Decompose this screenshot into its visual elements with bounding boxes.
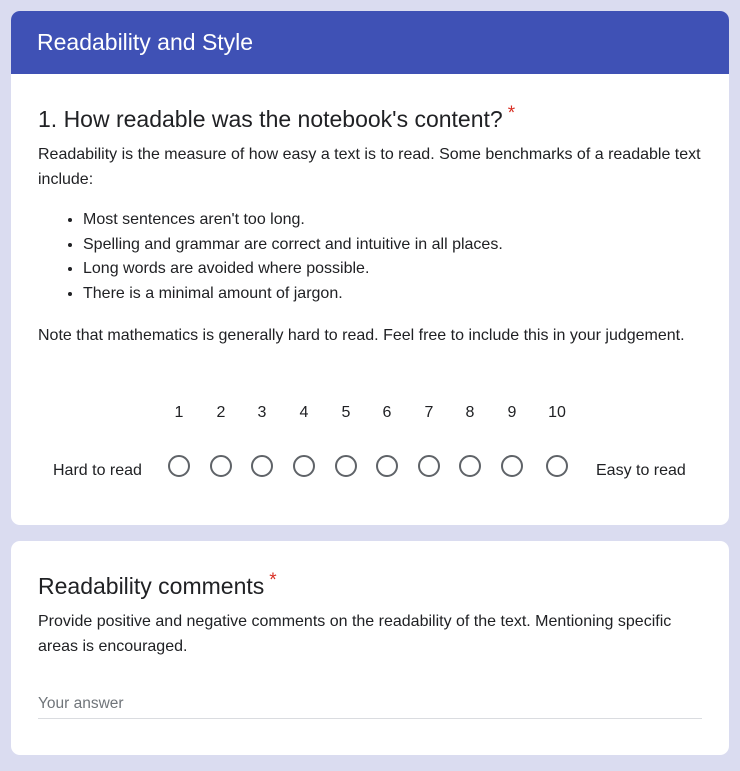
scale-number: 7 [424,404,434,421]
scale-radio-1[interactable] [168,455,190,477]
scale-number: 9 [507,404,517,421]
scale-number: 3 [257,404,267,421]
benchmark-list-item: Most sentences aren't too long. [83,208,703,233]
scale-number: 2 [216,404,226,421]
answer-input[interactable] [38,689,702,719]
required-asterisk: * [269,570,277,591]
scale-radio-3[interactable] [251,455,273,477]
scale-number: 6 [382,404,392,421]
benchmark-list-item: There is a minimal amount of jargon. [83,282,703,307]
section-header: Readability and Style [11,11,729,74]
benchmark-list-item: Spelling and grammar are correct and int… [83,233,703,258]
scale-radio-10[interactable] [546,455,568,477]
benchmark-list-item: Long words are avoided where possible. [83,257,703,282]
benchmark-list: Most sentences aren't too long. Spelling… [38,208,703,307]
scale-radio-7[interactable] [418,455,440,477]
question-note: Note that mathematics is generally hard … [38,327,685,344]
question-description: Provide positive and negative comments o… [38,613,672,655]
scale-number: 5 [341,404,351,421]
scale-number: 8 [465,404,475,421]
scale-number: 10 [548,404,566,421]
scale-radio-5[interactable] [335,455,357,477]
scale-radio-4[interactable] [293,455,315,477]
question-description: Readability is the measure of how easy a… [38,146,701,188]
scale-radio-2[interactable] [210,455,232,477]
scale-radio-6[interactable] [376,455,398,477]
question-title-text: Readability comments [38,573,265,599]
question-card-readability: Readability and Style 1. How readable wa… [11,11,729,525]
scale-low-label: Hard to read [53,462,142,479]
scale-radio-8[interactable] [459,455,481,477]
question-title: Readability comments * [38,570,277,603]
required-asterisk: * [507,103,516,124]
question-title: 1. How readable was the notebook's conte… [38,103,516,136]
question-title-text: 1. How readable was the notebook's conte… [38,106,503,132]
question-card-comments: Readability comments * Provide positive a… [11,541,729,755]
scale-number: 4 [299,404,309,421]
scale-high-label: Easy to read [596,462,686,479]
scale-radio-9[interactable] [501,455,523,477]
scale-number: 1 [174,404,184,421]
